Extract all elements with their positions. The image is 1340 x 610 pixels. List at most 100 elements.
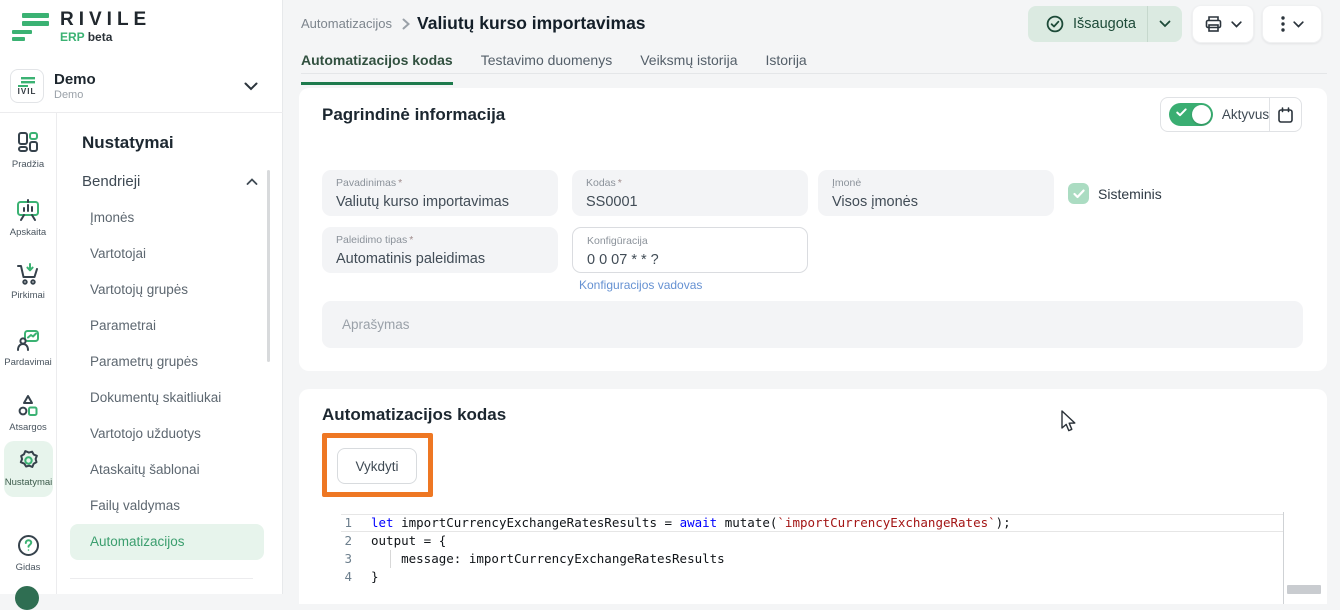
sidebar-item-ataskaitu-sablonai[interactable]: Ataskaitų šablonai: [70, 452, 264, 488]
sidebar-item-vartotoju-grupes[interactable]: Vartotojų grupės: [70, 272, 264, 308]
check-circle-icon: [1046, 15, 1064, 33]
active-toggle-group: Aktyvus: [1160, 97, 1302, 132]
sidebar-group-bendrieji[interactable]: Bendrieji: [82, 173, 258, 190]
calendar-icon[interactable]: [1270, 106, 1301, 124]
chevron-right-icon: [402, 18, 410, 30]
chevron-down-icon: [1231, 21, 1242, 28]
required-marker: *: [398, 177, 402, 189]
configuration-guide-link[interactable]: Konfiguracijos vadovas: [579, 278, 702, 292]
home-grid-icon: [0, 130, 56, 156]
more-actions-button[interactable]: [1262, 5, 1322, 43]
sales-person-icon: [0, 328, 56, 354]
card-title: Automatizacijos kodas: [322, 405, 506, 425]
rivile-lines-icon: [10, 10, 50, 44]
tab-istorija[interactable]: Istorija: [765, 52, 806, 85]
description-textarea[interactable]: Aprašymas: [322, 301, 1303, 348]
paleidimo-tipas-field[interactable]: Paleidimo tipas* Automatinis paleidimas: [322, 227, 558, 273]
code-editor[interactable]: 1 let importCurrencyExchangeRatesResults…: [341, 514, 1283, 586]
code-line: 3 message: importCurrencyExchangeRatesRe…: [341, 550, 1283, 568]
rail-item-apskaita[interactable]: Apskaita: [0, 198, 56, 238]
rail-item-atsargos[interactable]: Atsargos: [0, 393, 56, 433]
tab-bar: Automatizacijos kodas Testavimo duomenys…: [301, 52, 807, 85]
sidebar-item-failu-valdymas[interactable]: Failų valdymas: [70, 488, 264, 524]
rail-item-partial-icon[interactable]: [15, 586, 39, 610]
panel-divider: [0, 112, 283, 113]
active-toggle-label: Aktyvus: [1222, 107, 1269, 122]
rail-item-gidas[interactable]: Gidas: [0, 533, 56, 573]
print-dropdown-button[interactable]: [1192, 5, 1254, 43]
printer-icon: [1204, 15, 1223, 33]
konfiguracija-field[interactable]: Konfigūracija 0 0 07 * * ?: [572, 227, 808, 273]
rail-item-pradzia[interactable]: Pradžia: [0, 130, 56, 170]
rail-divider: [56, 112, 57, 594]
editor-scrollbar-track: [1283, 512, 1284, 604]
sidebar-menu: Įmonės Vartotojai Vartotojų grupės Param…: [70, 200, 264, 560]
workspace-avatar-text: IVIL: [18, 88, 37, 96]
line-number: 1: [341, 514, 371, 532]
run-button[interactable]: Vykdyti: [337, 448, 417, 484]
sidebar-item-imones[interactable]: Įmonės: [70, 200, 264, 236]
rail-item-nustatymai[interactable]: Nustatymai: [4, 441, 53, 497]
sidebar-scrollbar[interactable]: [267, 170, 270, 362]
required-marker: *: [409, 234, 413, 246]
code-line: 4 }: [341, 568, 1283, 586]
imone-value: Visos įmonės: [832, 192, 1040, 212]
kodas-field[interactable]: Kodas* SS0001: [572, 170, 808, 216]
required-marker: *: [618, 177, 622, 189]
line-number: 4: [341, 568, 371, 586]
toggle-knob: [1192, 105, 1211, 124]
sidebar-item-parametrai[interactable]: Parametrai: [70, 308, 264, 344]
rail-item-pardavimai[interactable]: Pardavimai: [0, 328, 56, 368]
editor-scrollbar-thumb[interactable]: [1287, 585, 1321, 594]
rail-item-pirkimai[interactable]: Pirkimai: [0, 261, 56, 301]
tab-automatizacijos-kodas[interactable]: Automatizacijos kodas: [301, 52, 453, 85]
sisteminis-label: Sisteminis: [1098, 186, 1162, 202]
sidebar-item-vartotojo-uzduotys[interactable]: Vartotojo užduotys: [70, 416, 264, 452]
saved-split-button[interactable]: Išsaugota: [1028, 6, 1182, 42]
accounting-board-icon: [0, 198, 56, 224]
line-number: 2: [341, 532, 371, 550]
pavadinimas-field[interactable]: Pavadinimas* Valiutų kurso importavimas: [322, 170, 558, 216]
saved-dropdown-caret[interactable]: [1148, 20, 1182, 28]
code-line: 2 output = {: [341, 532, 1283, 550]
brand-erp: ERP: [60, 30, 85, 44]
tab-veiksmu-istorija[interactable]: Veiksmų istorija: [640, 52, 737, 85]
active-toggle[interactable]: [1169, 103, 1213, 126]
breadcrumb: Automatizacijos: [301, 16, 420, 31]
brand-beta: beta: [88, 30, 113, 44]
imone-field[interactable]: Įmonė Visos įmonės: [818, 170, 1054, 216]
saved-button-label: Išsaugota: [1073, 16, 1136, 32]
check-icon: [1176, 108, 1187, 117]
konfiguracija-value: 0 0 07 * * ?: [587, 250, 793, 270]
saved-button-main[interactable]: Išsaugota: [1028, 15, 1147, 33]
brand-name: RIVILE: [60, 9, 151, 30]
workspace-selector[interactable]: IVIL Demo Demo: [10, 66, 272, 106]
sidebar-item-parametru-grupes[interactable]: Parametrų grupės: [70, 344, 264, 380]
workspace-avatar: IVIL: [10, 69, 44, 103]
card-title: Pagrindinė informacija: [322, 105, 505, 125]
editor-indent-guide: [390, 550, 391, 568]
sidebar-item-automatizacijos[interactable]: Automatizacijos: [70, 524, 264, 560]
guide-help-icon: [0, 533, 56, 559]
paleidimo-tipas-value: Automatinis paleidimas: [336, 249, 544, 269]
purchases-cart-icon: [0, 261, 56, 287]
chevron-down-icon: [1293, 21, 1304, 28]
sidebar-title: Nustatymai: [82, 133, 174, 153]
chevron-down-icon: [244, 82, 258, 91]
breadcrumb-parent[interactable]: Automatizacijos: [301, 16, 392, 31]
tab-bar-divider: [301, 73, 1327, 74]
sidebar-item-vartotojai[interactable]: Vartotojai: [70, 236, 264, 272]
workspace-detail: Demo: [54, 89, 244, 102]
code-line: 1 let importCurrencyExchangeRatesResults…: [341, 514, 1283, 532]
app-logo: RIVILE ERPbeta: [10, 10, 151, 44]
inventory-shapes-icon: [0, 393, 56, 419]
sisteminis-row: Sisteminis: [1068, 183, 1162, 204]
workspace-name: Demo: [54, 71, 96, 88]
sisteminis-checkbox[interactable]: [1068, 183, 1089, 204]
chevron-up-icon: [246, 178, 258, 186]
sidebar-item-dokumentu-skaitliukai[interactable]: Dokumentų skaitliukai: [70, 380, 264, 416]
left-panel: RIVILE ERPbeta IVIL Demo Demo: [0, 0, 283, 594]
sidebar-bottom-divider: [70, 578, 253, 579]
automation-code-card: Automatizacijos kodas Vykdyti 1 let impo…: [299, 389, 1327, 604]
tab-testavimo-duomenys[interactable]: Testavimo duomenys: [481, 52, 613, 85]
